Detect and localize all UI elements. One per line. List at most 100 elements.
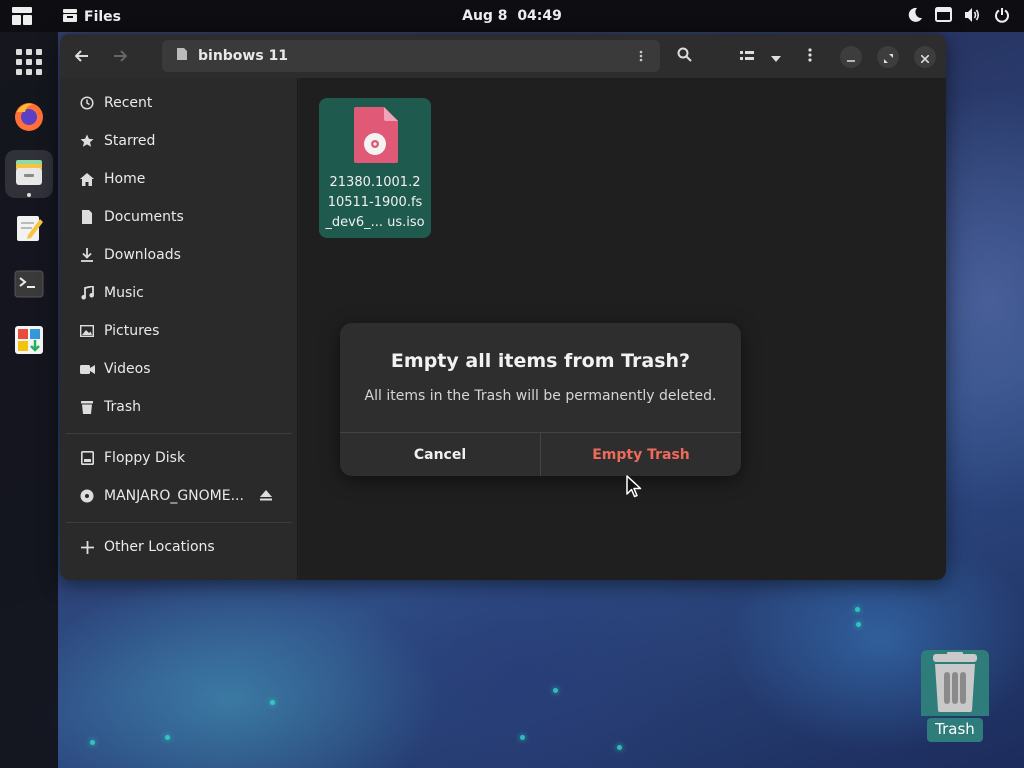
- minimize-icon: [847, 48, 855, 67]
- wallpaper-speck: [520, 735, 525, 740]
- sidebar-item-label: Recent: [104, 95, 153, 111]
- search-button[interactable]: [670, 42, 698, 70]
- maximize-button[interactable]: [877, 46, 899, 68]
- current-folder-name: binbows 11: [198, 48, 289, 64]
- sidebar-item-downloads[interactable]: Downloads: [60, 237, 298, 273]
- document-icon: [78, 208, 96, 226]
- app-name: Files: [84, 9, 121, 25]
- night-light-icon[interactable]: [906, 6, 923, 23]
- search-icon: [677, 47, 692, 66]
- close-icon: [920, 48, 930, 67]
- desktop-trash[interactable]: Trash: [921, 650, 989, 744]
- maximize-icon: [883, 48, 893, 67]
- empty-trash-button[interactable]: Empty Trash: [541, 433, 741, 476]
- video-camera-icon: [78, 360, 96, 378]
- sidebar-item-music[interactable]: Music: [60, 275, 298, 311]
- forward-button[interactable]: [106, 42, 134, 70]
- sidebar-item-label: Other Locations: [104, 539, 215, 555]
- trash-bin-icon: [927, 652, 983, 716]
- dock: [0, 32, 58, 768]
- activities-icon[interactable]: [12, 7, 32, 25]
- folder-icon: [176, 47, 188, 65]
- clock-date: Aug 8: [462, 8, 508, 24]
- wallpaper-speck: [165, 735, 170, 740]
- star-icon: [78, 132, 96, 150]
- mouse-pointer-icon: [626, 475, 644, 503]
- chevron-down-icon: [771, 47, 781, 66]
- plus-icon: [78, 538, 96, 556]
- top-bar: Files Aug 8 04:49: [0, 0, 1024, 32]
- view-options-button[interactable]: [762, 42, 790, 70]
- sidebar-item-label: Floppy Disk: [104, 450, 186, 466]
- app-grid-button[interactable]: [5, 40, 53, 88]
- sidebar-item-label: Starred: [104, 133, 156, 149]
- clock[interactable]: Aug 8 04:49: [462, 8, 562, 24]
- firefox-icon: [13, 100, 45, 136]
- sidebar-item-pictures[interactable]: Pictures: [60, 313, 298, 349]
- desktop-trash-label: Trash: [927, 718, 983, 742]
- wallpaper-speck: [856, 622, 861, 627]
- file-item-iso[interactable]: 21380.1001.2 10511-1900.fs _dev6_... us.…: [319, 98, 431, 238]
- screen-recorder-icon[interactable]: [935, 6, 952, 23]
- terminal-icon: [14, 270, 44, 302]
- sidebar-item-label: Pictures: [104, 323, 160, 339]
- sidebar-item-label: Videos: [104, 361, 151, 377]
- wallpaper-speck: [553, 688, 558, 693]
- back-arrow-icon: [74, 47, 89, 66]
- optical-disc-icon: [78, 487, 96, 505]
- back-button[interactable]: [68, 42, 96, 70]
- minimize-button[interactable]: [840, 46, 862, 68]
- music-icon: [78, 284, 96, 302]
- running-indicator: [27, 193, 31, 197]
- app-menu[interactable]: Files: [62, 7, 121, 27]
- sidebar-item-manjaro-media[interactable]: MANJARO_GNOME...: [60, 478, 298, 514]
- files-window: binbows 11 Recent Starred Home Documents…: [60, 34, 946, 580]
- terminal-launcher[interactable]: [5, 262, 53, 310]
- software-launcher[interactable]: [5, 318, 53, 366]
- clock-icon: [78, 94, 96, 112]
- forward-arrow-icon: [113, 47, 128, 66]
- sidebar-item-label: Trash: [104, 399, 141, 415]
- sidebar-item-documents[interactable]: Documents: [60, 199, 298, 235]
- path-bar[interactable]: binbows 11: [162, 40, 660, 72]
- sidebar-item-other-locations[interactable]: Other Locations: [60, 529, 298, 565]
- kebab-menu-icon: [808, 47, 812, 66]
- volume-icon[interactable]: [964, 6, 981, 23]
- view-list-button[interactable]: [733, 42, 761, 70]
- close-button[interactable]: [914, 46, 936, 68]
- empty-trash-dialog: Empty all items from Trash? All items in…: [340, 323, 741, 476]
- path-menu-icon[interactable]: [632, 46, 650, 66]
- sidebar-item-floppy-disk[interactable]: Floppy Disk: [60, 440, 298, 476]
- dialog-message: All items in the Trash will be permanent…: [364, 388, 717, 404]
- app-grid-icon: [16, 49, 42, 79]
- sidebar-item-label: Music: [104, 285, 144, 301]
- firefox-launcher[interactable]: [5, 94, 53, 142]
- power-icon[interactable]: [993, 6, 1010, 23]
- wallpaper-speck: [90, 740, 95, 745]
- list-view-icon: [740, 47, 754, 66]
- sidebar-item-label: Documents: [104, 209, 184, 225]
- download-icon: [78, 246, 96, 264]
- files-app-icon: [62, 7, 78, 27]
- disk-drive-icon: [78, 449, 96, 467]
- cancel-button[interactable]: Cancel: [340, 433, 540, 476]
- sidebar-item-home[interactable]: Home: [60, 161, 298, 197]
- file-name-line: _dev6_... us.iso: [325, 215, 425, 230]
- sidebar-item-recent[interactable]: Recent: [60, 85, 298, 121]
- sidebar-item-starred[interactable]: Starred: [60, 123, 298, 159]
- sidebar: Recent Starred Home Documents Downloads …: [60, 78, 298, 580]
- text-editor-launcher[interactable]: [5, 206, 53, 254]
- dialog-title: Empty all items from Trash?: [390, 350, 691, 372]
- files-launcher[interactable]: [5, 150, 53, 198]
- sidebar-item-trash[interactable]: Trash: [60, 389, 298, 425]
- text-editor-icon: [14, 213, 44, 247]
- home-icon: [78, 170, 96, 188]
- main-menu-button[interactable]: [796, 42, 824, 70]
- eject-icon[interactable]: [260, 489, 272, 505]
- sidebar-item-videos[interactable]: Videos: [60, 351, 298, 387]
- wallpaper-speck: [270, 700, 275, 705]
- sidebar-item-label: MANJARO_GNOME...: [104, 488, 244, 504]
- files-icon: [14, 157, 44, 191]
- wallpaper-speck: [855, 607, 860, 612]
- wallpaper-speck: [617, 745, 622, 750]
